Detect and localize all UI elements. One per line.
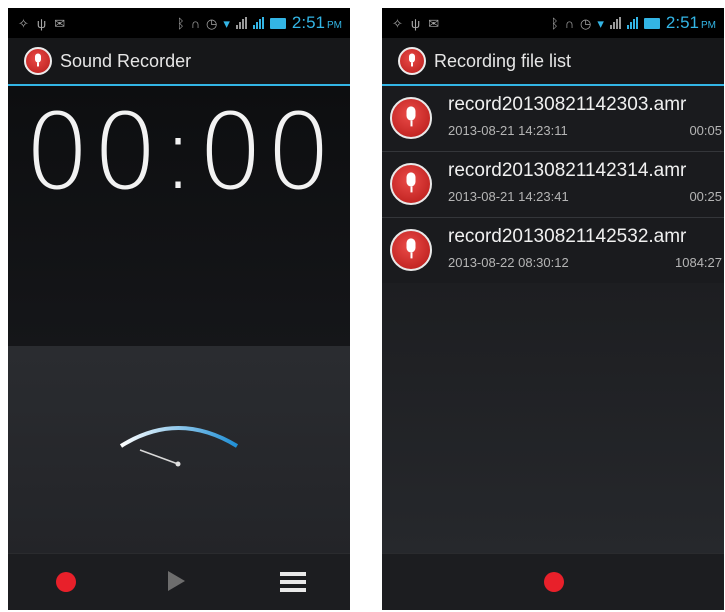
page-title: Recording file list — [434, 50, 572, 71]
signal-icon — [235, 17, 247, 29]
file-list: record20130821142303.amr 2013-08-21 14:2… — [382, 86, 724, 284]
file-date: 2013-08-22 08:30:12 — [448, 255, 569, 270]
recording-file-list-screen: ✧ ψ ✉ ᛒ ∩ ◷ ▾ 2:51 PM Recording file list… — [382, 8, 724, 610]
status-time: 2:51 PM — [665, 13, 716, 32]
action-bar: Sound Recorder — [8, 38, 350, 86]
file-name: record20130821142532.amr — [448, 226, 687, 247]
file-name: record20130821142303.amr — [448, 94, 687, 115]
headset-icon: ∩ — [564, 15, 575, 31]
bluetooth-icon: ᛒ — [550, 15, 559, 31]
file-list-item[interactable]: record20130821142314.amr 2013-08-21 14:2… — [382, 152, 724, 218]
file-date: 2013-08-21 14:23:41 — [448, 189, 569, 204]
file-name: record20130821142314.amr — [448, 160, 687, 181]
status-bar: ✧ ψ ✉ ᛒ ∩ ◷ ▾ 2:51 PM — [382, 8, 724, 38]
sound-recorder-screen: ✧ ψ ✉ ᛒ ∩ ◷ ▾ 2:51 PM Sound Recorder 00:0… — [8, 8, 350, 610]
file-list-item[interactable]: record20130821142303.amr 2013-08-21 14:2… — [382, 86, 724, 152]
timer-display: 00:00 — [24, 91, 334, 213]
headset-icon: ∩ — [190, 15, 201, 31]
vu-meter-needle — [139, 449, 179, 465]
file-duration: 00:05 — [689, 123, 722, 138]
mic-icon — [390, 163, 432, 205]
usb-icon: ψ — [36, 15, 47, 31]
bluetooth-icon: ᛒ — [176, 15, 185, 31]
alarm-icon: ◷ — [580, 15, 592, 31]
wifi-icon: ▾ — [597, 15, 604, 31]
mic-icon — [390, 97, 432, 139]
mic-icon — [390, 229, 432, 271]
wifi-icon: ▾ — [223, 15, 230, 31]
file-date: 2013-08-21 14:23:11 — [448, 123, 568, 138]
vu-meter — [119, 426, 239, 467]
bottom-toolbar — [382, 553, 724, 610]
list-icon — [280, 572, 306, 576]
signal-icon — [609, 17, 621, 29]
battery-icon — [269, 17, 286, 29]
signal-icon — [252, 17, 264, 29]
app-mic-icon — [24, 47, 52, 75]
status-time: 2:51 PM — [291, 13, 342, 32]
play-button[interactable] — [168, 571, 185, 591]
usb-icon: ψ — [410, 15, 421, 31]
page-title: Sound Recorder — [60, 50, 192, 71]
file-list-item[interactable]: record20130821142532.amr 2013-08-22 08:3… — [382, 218, 724, 284]
file-list-button[interactable] — [280, 570, 306, 594]
record-button[interactable] — [544, 572, 564, 592]
file-duration: 00:25 — [689, 189, 722, 204]
signal-icon — [626, 17, 638, 29]
record-button[interactable] — [56, 572, 76, 592]
app-mic-icon — [398, 47, 426, 75]
mail-icon: ✉ — [428, 15, 440, 31]
gps-icon: ✧ — [392, 15, 403, 31]
alarm-icon: ◷ — [206, 15, 218, 31]
status-bar: ✧ ψ ✉ ᛒ ∩ ◷ ▾ 2:51 PM — [8, 8, 350, 38]
empty-list-area — [382, 283, 724, 556]
mail-icon: ✉ — [54, 15, 66, 31]
file-duration: 1084:27 — [675, 255, 722, 270]
vu-meter-pivot — [175, 461, 181, 467]
gps-icon: ✧ — [18, 15, 29, 31]
bottom-toolbar — [8, 553, 350, 610]
action-bar: Recording file list — [382, 38, 724, 86]
vu-meter-arc — [119, 426, 239, 448]
battery-icon — [643, 17, 660, 29]
